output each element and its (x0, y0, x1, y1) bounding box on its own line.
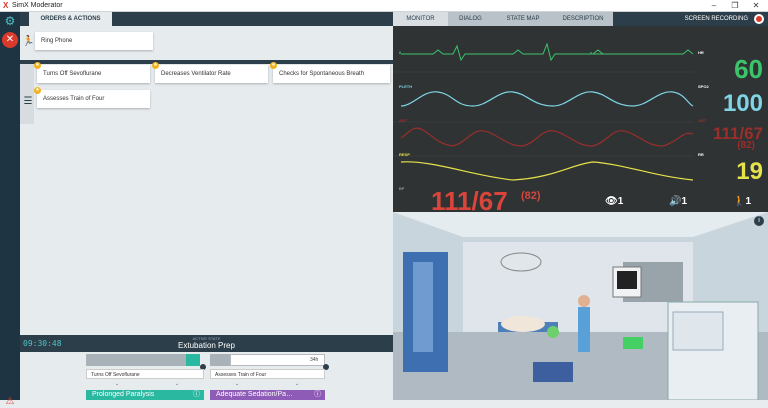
pleth-wave (400, 91, 694, 107)
chevron-down-icon: ⌄ (295, 381, 300, 387)
star-icon: ★ (34, 87, 41, 94)
tab-orders-actions[interactable]: ORDERS & ACTIONS (29, 12, 112, 26)
wave-label: II (399, 50, 402, 55)
rr-label: RR (698, 152, 704, 157)
chevron-down-icon: ⌄ (175, 381, 180, 387)
orders-panel: ORDERS & ACTIONS 🏃 Ring Phone ☰ ★ Turns … (20, 12, 393, 400)
wave-label: PLETH (399, 84, 413, 89)
action-card[interactable]: ★ Checks for Spontaneous Breath (270, 62, 390, 83)
right-tabbar: MONITOR DIALOG STATE MAP DESCRIPTION SCR… (393, 12, 768, 26)
screen-recording-label: SCREEN RECORDING (684, 16, 748, 22)
gear-icon[interactable]: ⚙ (3, 14, 17, 28)
next-state-button[interactable]: Prolonged Paralysis ⓘ (86, 390, 204, 400)
speaker-icon: 🔊 (669, 196, 682, 207)
action-card-label: Checks for Spontaneous Breath (279, 71, 365, 77)
window-title: SimX Moderator (12, 2, 63, 9)
wave-label: ART (399, 118, 408, 123)
active-state-bar: 09:30:48 ACTIVE STATE Extubation Prep (20, 335, 393, 352)
info-icon[interactable]: i (754, 216, 764, 226)
active-state-name: Extubation Prep (178, 341, 235, 350)
actions-gutter (20, 64, 34, 124)
timeline-item[interactable]: Turns Off Sevoflurane (86, 369, 204, 379)
tab-monitor[interactable]: MONITOR (393, 12, 448, 26)
scene-render (393, 212, 768, 400)
rr-value: 19 (736, 158, 763, 185)
record-button[interactable] (754, 14, 764, 24)
tab-state-map[interactable]: STATE MAP (493, 12, 553, 26)
state-timeline: 34h Turns Off Sevoflurane Assesses Train… (20, 352, 393, 400)
star-icon: ★ (34, 62, 41, 69)
chevron-down-icon: ⌄ (115, 381, 120, 387)
timeline-item[interactable]: Assesses Train of Four (210, 369, 325, 379)
app-logo: X (3, 1, 9, 10)
close-window-button[interactable]: ✕ (750, 1, 762, 10)
ecg-wave (401, 42, 694, 62)
action-card[interactable]: ★ Assesses Train of Four (34, 87, 150, 108)
spo2-value: 100 (722, 90, 763, 117)
monitor-panel: MONITOR DIALOG STATE MAP DESCRIPTION SCR… (393, 12, 768, 400)
tab-dialog[interactable]: DIALOG (448, 12, 493, 26)
section-divider (20, 60, 393, 64)
info-icon[interactable]: ⓘ (193, 390, 200, 400)
action-card[interactable]: ★ Decreases Ventilator Rate (152, 62, 268, 83)
orders-tabbar: ORDERS & ACTIONS (20, 12, 393, 26)
timeline-time-label: 34h (310, 357, 319, 363)
warning-icon[interactable]: ⚠ (4, 396, 16, 408)
art-wave (400, 127, 694, 147)
order-card[interactable]: Ring Phone (35, 32, 153, 50)
next-state-label: Prolonged Paralysis (92, 391, 155, 398)
hr-value: 60 (734, 54, 763, 84)
sidebar: ⚙ ✕ ⚠ (0, 12, 20, 407)
eye-count: 1 (617, 196, 624, 207)
patient-monitor: II PLETH ART RESP HR 60 SPO2 100 ART 111… (393, 26, 768, 216)
timeline-track (86, 354, 200, 366)
timeline-progress (186, 354, 200, 366)
walk-counter[interactable]: 🚶1 (733, 196, 751, 207)
spo2-label: SPO2 (698, 84, 709, 89)
x-icon[interactable]: ✕ (2, 32, 18, 48)
maximize-button[interactable]: ❐ (729, 1, 741, 10)
action-card-label: Turns Off Sevoflurane (43, 71, 102, 77)
action-card[interactable]: ★ Turns Off Sevoflurane (34, 62, 150, 83)
art-mean: (82) (737, 140, 755, 151)
action-card-label: Assesses Train of Four (43, 96, 105, 102)
tab-description[interactable]: DESCRIPTION (553, 12, 613, 26)
art-label: ART (698, 118, 707, 123)
star-icon: ★ (152, 62, 159, 69)
speaker-count: 1 (681, 196, 688, 207)
speaker-counter[interactable]: 🔊1 (669, 196, 687, 207)
running-person-icon: 🏃 (22, 36, 35, 47)
walk-count: 1 (745, 196, 752, 207)
eye-icon: 👁 (605, 196, 618, 207)
chevron-down-icon: ⌄ (235, 381, 240, 387)
operating-room-view[interactable]: i (393, 212, 768, 400)
resp-wave (400, 161, 694, 181)
minimize-button[interactable]: – (708, 1, 720, 10)
eye-counter[interactable]: 👁1 (605, 196, 623, 207)
bp-mean: (82) (521, 190, 541, 202)
bp-label: BP (399, 186, 405, 191)
action-card-label: Decreases Ventilator Rate (161, 71, 231, 77)
wave-label: RESP (399, 152, 410, 157)
list-icon: ☰ (23, 96, 33, 107)
star-icon: ★ (270, 62, 277, 69)
info-icon[interactable]: ⓘ (314, 390, 321, 400)
window-titlebar: X SimX Moderator – ❐ ✕ (0, 0, 768, 12)
next-state-button[interactable]: Adequate Sedation/Pa… ⓘ (210, 390, 325, 400)
person-walk-icon: 🚶 (733, 196, 746, 207)
next-state-label: Adequate Sedation/Pa… (216, 391, 294, 398)
